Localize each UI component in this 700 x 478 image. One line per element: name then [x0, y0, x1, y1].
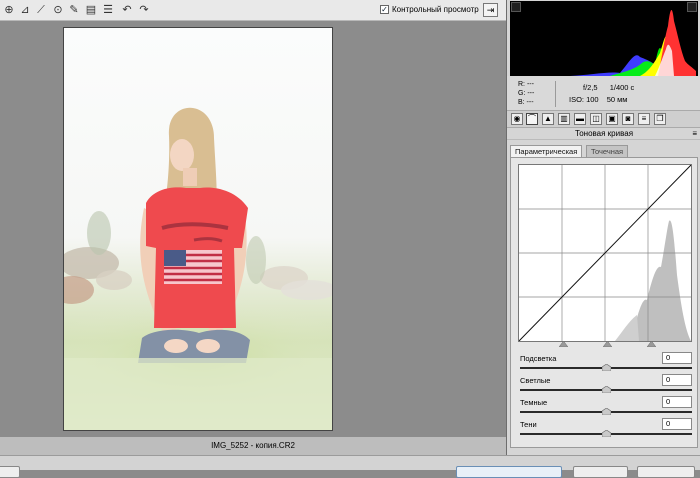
shutter-value: 1/400 с [609, 83, 635, 92]
preview-label: Контрольный просмотр [392, 5, 479, 14]
image-filename: IMG_5252 - копия.CR2 [0, 437, 506, 455]
tab-parametric[interactable]: Параметрическая [510, 145, 583, 157]
pixel-info: R: --- G: --- B: --- f/2,5 1/400 с ISO: … [507, 76, 700, 111]
slider-thumb[interactable] [601, 386, 611, 393]
checkbox-icon[interactable]: ✓ [380, 5, 389, 14]
preview-checkbox[interactable]: ✓ Контрольный просмотр [380, 5, 479, 14]
panel-title: Тоновая кривая ≡ [507, 128, 700, 140]
brush-icon[interactable]: ⟋ [34, 3, 48, 17]
image-canvas [0, 21, 506, 437]
color-sampler-icon[interactable]: ⊿ [18, 3, 32, 17]
slider-label: Подсветка [520, 354, 557, 363]
tab-point[interactable]: Точечная [586, 145, 629, 157]
slider-label: Тени [520, 420, 537, 429]
histogram-graph [520, 10, 696, 76]
rotate-right-icon[interactable]: ↷ [137, 3, 151, 17]
darks-slider[interactable]: Темные 0 [520, 396, 692, 420]
bottom-bar [0, 455, 700, 478]
slider-thumb[interactable] [601, 364, 611, 371]
rgb-readout: R: --- G: --- B: --- [518, 80, 534, 107]
camera-calibration-panel-icon[interactable]: ◙ [622, 113, 634, 125]
done-button[interactable] [637, 466, 695, 478]
slider-value-input[interactable]: 0 [662, 396, 692, 408]
zoom-icon[interactable]: ⊕ [2, 3, 16, 17]
split-toning-panel-icon[interactable]: ▬ [574, 113, 586, 125]
shadows-slider[interactable]: Тени 0 [520, 418, 692, 442]
snapshots-panel-icon[interactable]: ❐ [654, 113, 666, 125]
slider-label: Темные [520, 398, 548, 407]
r-value: R: --- [518, 81, 534, 88]
lights-slider[interactable]: Светлые 0 [520, 374, 692, 398]
presets-panel-icon[interactable]: ≡ [638, 113, 650, 125]
preferences-icon[interactable]: ☰ [101, 3, 115, 17]
top-toolbar: ⊕ ⊿ ⟋ ⊙ ✎ ▤ ☰ ↶ ↷ ✓ Контрольный просмотр… [0, 0, 506, 21]
detail-panel-icon[interactable]: ▲ [542, 113, 554, 125]
basic-panel-icon[interactable]: ◉ [511, 113, 523, 125]
b-value: B: --- [518, 99, 534, 106]
red-eye-icon[interactable]: ⊙ [51, 3, 65, 17]
cancel-button[interactable] [573, 466, 628, 478]
split-midtones-thumb[interactable] [603, 341, 612, 347]
open-image-button[interactable] [456, 466, 562, 478]
histogram [510, 1, 698, 76]
slider-label: Светлые [520, 376, 551, 385]
hsl-panel-icon[interactable]: ▥ [558, 113, 570, 125]
panel-menu-icon[interactable]: ≡ [692, 128, 697, 140]
rotate-left-icon[interactable]: ↶ [120, 3, 134, 17]
slider-value-input[interactable]: 0 [662, 352, 692, 364]
exif-info: f/2,5 1/400 с ISO: 100 50 мм [569, 82, 634, 106]
g-value: G: --- [518, 90, 535, 97]
adjustment-brush-icon[interactable]: ✎ [67, 3, 81, 17]
curve-plot [518, 164, 692, 342]
tone-curve-graph[interactable] [518, 164, 692, 342]
photo-preview[interactable] [63, 27, 333, 431]
split-highlights-thumb[interactable] [647, 341, 656, 347]
info-divider [555, 81, 556, 107]
highlights-slider[interactable]: Подсветка 0 [520, 352, 692, 376]
save-image-button[interactable] [0, 466, 20, 478]
graduated-filter-icon[interactable]: ▤ [84, 3, 98, 17]
fullscreen-toggle-button[interactable]: ⇥ [483, 3, 498, 17]
panel-tabs: ◉ ⌒ ▲ ▥ ▬ ◫ ▣ ◙ ≡ ❐ [507, 111, 700, 128]
panel-title-text: Тоновая кривая [574, 129, 634, 138]
aperture-value: f/2,5 [583, 83, 598, 92]
slider-value-input[interactable]: 0 [662, 418, 692, 430]
slider-thumb[interactable] [601, 408, 611, 415]
iso-value: ISO: 100 [569, 95, 599, 104]
slider-value-input[interactable]: 0 [662, 374, 692, 386]
tone-curve-panel: Подсветка 0 Светлые 0 Темные 0 Тени 0 [510, 157, 698, 448]
tone-curve-panel-icon[interactable]: ⌒ [526, 113, 538, 125]
lens-panel-icon[interactable]: ◫ [590, 113, 602, 125]
focal-length-value: 50 мм [606, 95, 628, 104]
slider-thumb[interactable] [601, 430, 611, 437]
right-panel: R: --- G: --- B: --- f/2,5 1/400 с ISO: … [506, 0, 700, 455]
effects-panel-icon[interactable]: ▣ [606, 113, 618, 125]
photo-illustration [64, 107, 332, 430]
split-shadows-thumb[interactable] [559, 341, 568, 347]
